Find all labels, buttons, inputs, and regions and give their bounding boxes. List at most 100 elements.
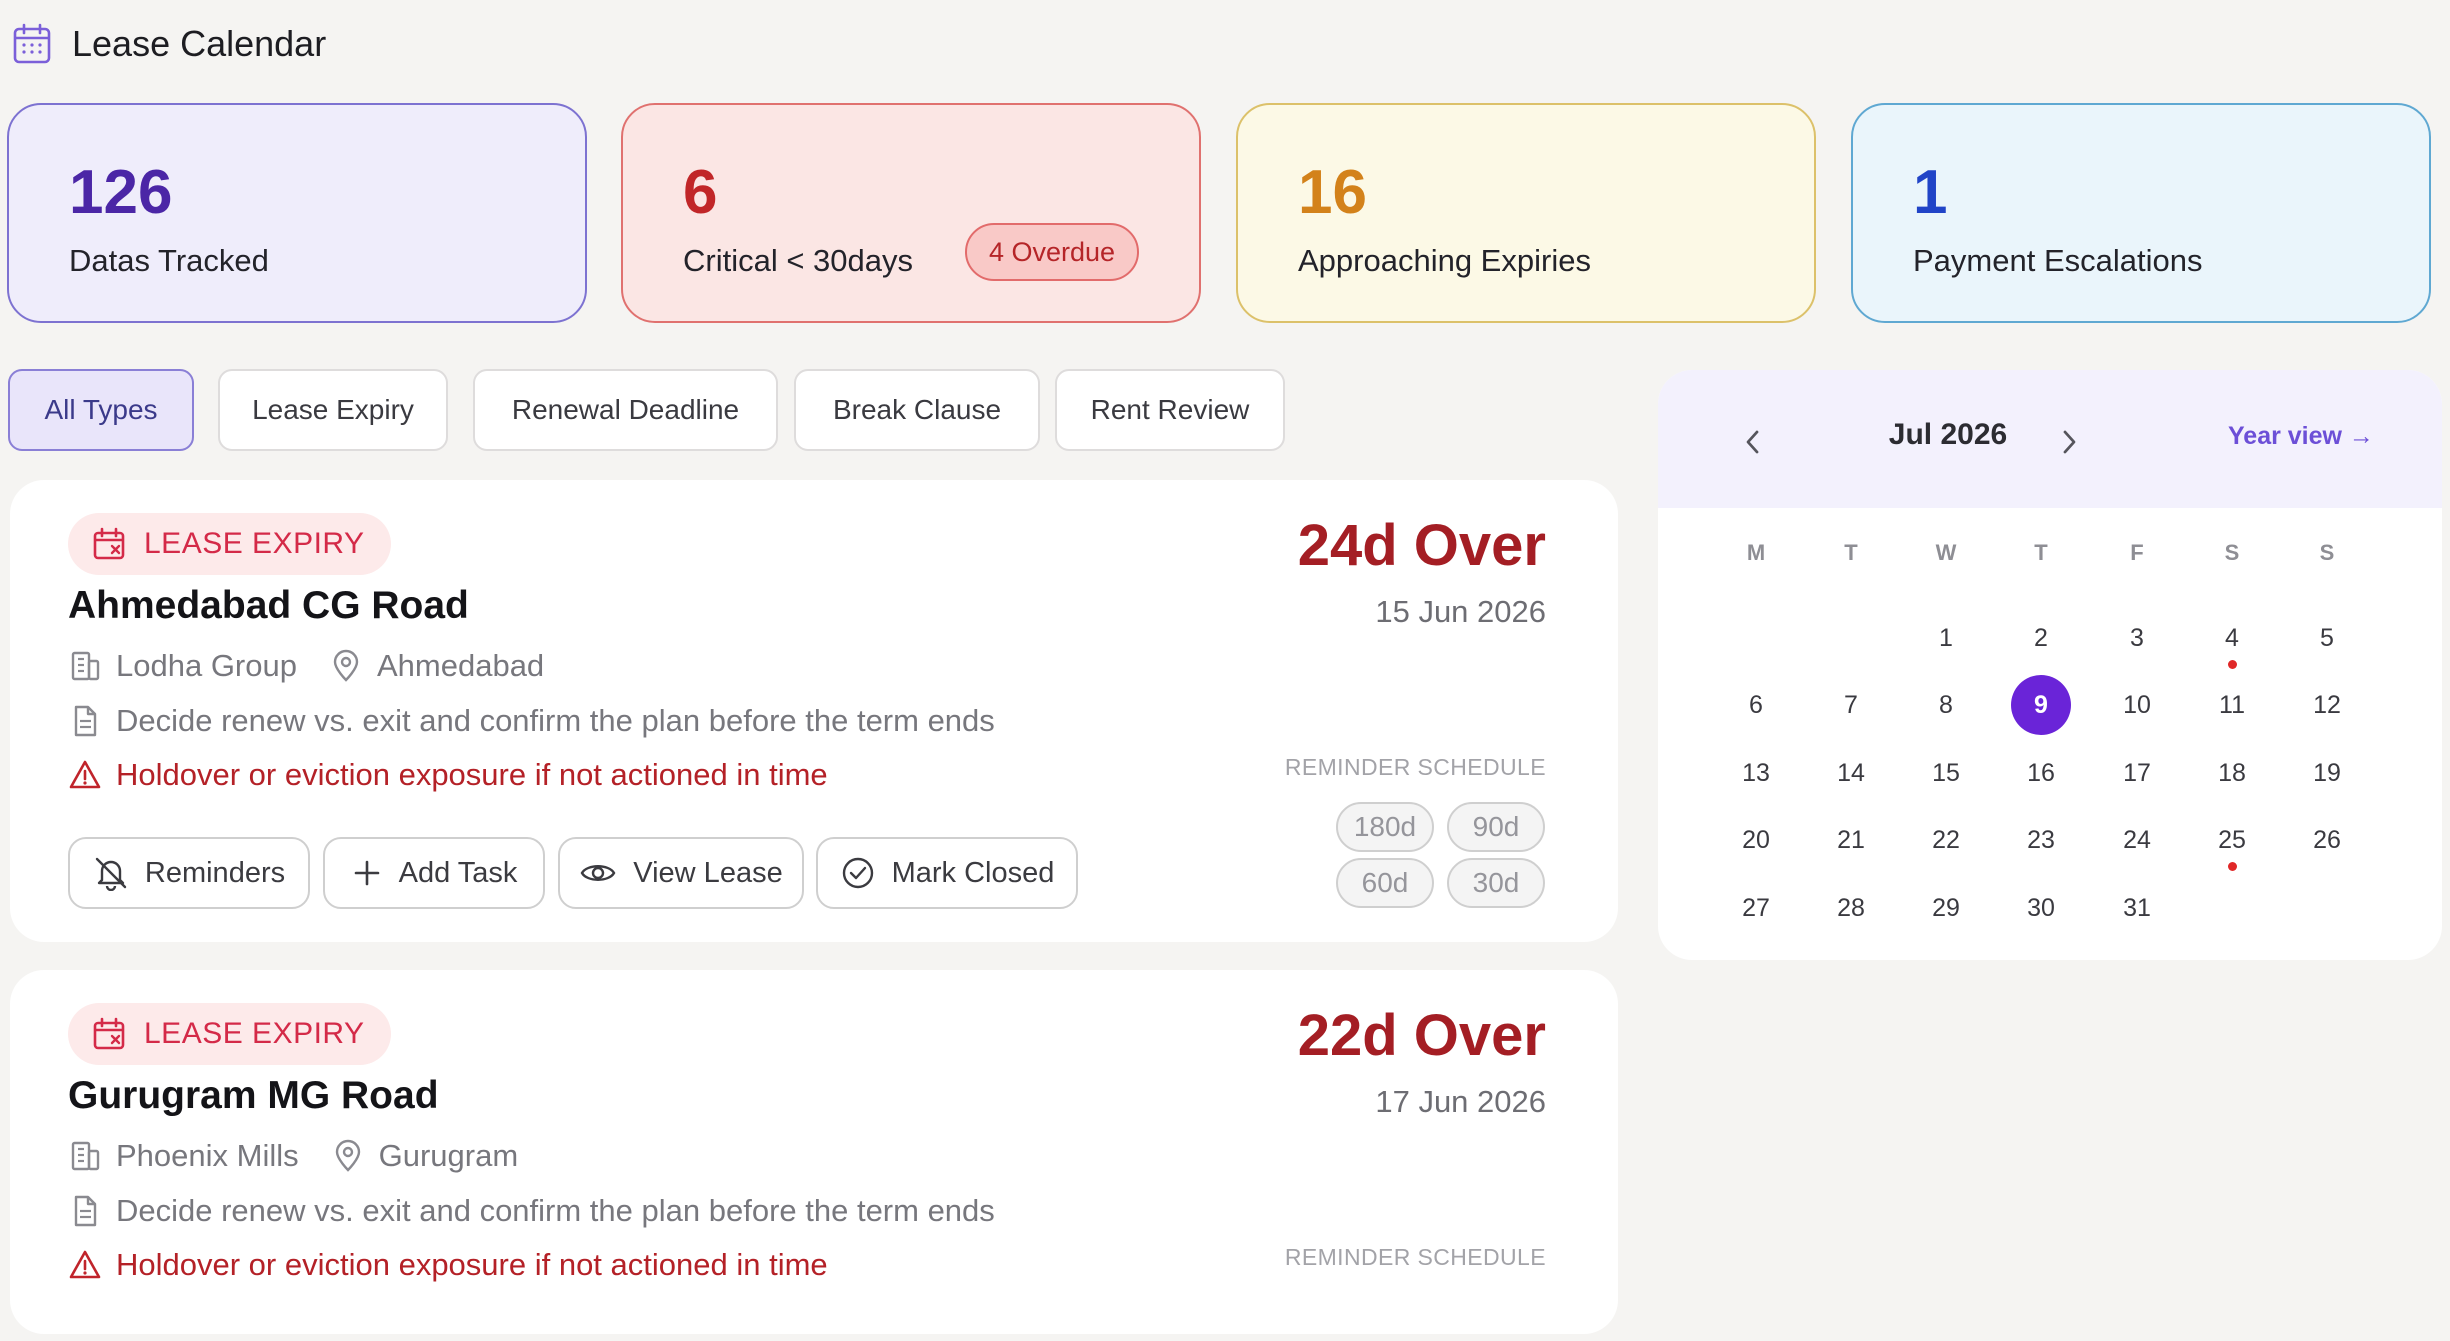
calendar-day[interactable]: 2 [2011,608,2071,668]
calendar-day[interactable]: 26 [2297,810,2357,870]
weekday-header: T [2034,540,2048,565]
bell-off-icon [93,855,129,891]
reminder-schedule-label: REMINDER SCHEDULE [1284,754,1546,780]
weekday-header: F [2130,540,2144,565]
page-title: Lease Calendar [72,23,327,64]
stat-card-approaching[interactable]: 16 Approaching Expiries [1236,103,1816,323]
calendar-icon [12,22,52,66]
reminders-button[interactable]: Reminders [68,837,310,909]
calendar-day[interactable]: 20 [1726,810,1786,870]
reminder-pill[interactable]: 90d [1447,802,1545,852]
calendar-day[interactable]: 22 [1916,810,1976,870]
calendar-day[interactable]: 7 [1821,675,1881,735]
calendar-day[interactable]: 25 [2202,810,2262,870]
event-dot [2228,660,2237,669]
filter-chip-break-clause[interactable]: Break Clause [794,369,1040,451]
calendar-x-icon [92,1017,126,1051]
calendar-day[interactable]: 18 [2202,743,2262,803]
calendar-day[interactable]: 5 [2297,608,2357,668]
calendar-day[interactable]: 8 [1916,675,1976,735]
lease-type-tag: LEASE EXPIRY [68,513,391,575]
location-pin-icon [331,1139,365,1173]
warning-icon [68,1248,102,1282]
event-dot [2228,862,2237,871]
view-lease-button[interactable]: View Lease [558,837,804,909]
overdue-status: 24d Over [1297,513,1546,578]
mark-closed-button-label: Mark Closed [891,856,1055,889]
building-icon [68,649,102,683]
calendar-day[interactable]: 15 [1916,743,1976,803]
calendar-day[interactable]: 3 [2107,608,2167,668]
calendar-day[interactable]: 21 [1821,810,1881,870]
lease-owner-line: Lodha Group Ahmedabad [68,648,544,684]
calendar-day[interactable]: 13 [1726,743,1786,803]
lease-city: Ahmedabad [376,648,545,683]
calendar-day[interactable]: 1 [1916,608,1976,668]
overdue-badge[interactable]: 4 Overdue [965,223,1139,281]
eye-icon [579,857,617,889]
lease-date: 17 Jun 2026 [1375,1084,1546,1119]
lease-card[interactable]: LEASE EXPIRY Ahmedabad CG Road Lodha Gro… [10,480,1618,942]
reminder-pill[interactable]: 180d [1336,802,1434,852]
calendar-day[interactable]: 23 [2011,810,2071,870]
calendar-day[interactable]: 30 [2011,878,2071,938]
lease-description: Decide renew vs. exit and confirm the pl… [116,703,995,738]
lease-name: Gurugram MG Road [68,1074,439,1117]
calendar-day[interactable]: 19 [2297,743,2357,803]
stat-value: 126 [69,158,173,227]
weekday-header: M [1746,540,1766,565]
lease-risk-line: Holdover or eviction exposure if not act… [68,757,828,793]
lease-card[interactable]: LEASE EXPIRY Gurugram MG Road Phoenix Mi… [10,970,1618,1334]
calendar-day[interactable]: 16 [2011,743,2071,803]
stat-card-escalations[interactable]: 1 Payment Escalations [1851,103,2431,323]
page-header: Lease Calendar [12,20,326,68]
calendar-day[interactable]: 10 [2107,675,2167,735]
calendar-day[interactable]: 4 [2202,608,2262,668]
warning-icon [68,758,102,792]
calendar-day[interactable]: 11 [2202,675,2262,735]
calendar-day[interactable]: 6 [1726,675,1786,735]
lease-description-line: Decide renew vs. exit and confirm the pl… [68,703,995,739]
calendar-day[interactable]: 14 [1821,743,1881,803]
lease-description: Decide renew vs. exit and confirm the pl… [116,1193,995,1228]
stat-value: 1 [1913,158,1948,227]
calendar-day-today[interactable]: 9 [2011,675,2071,735]
document-icon [68,1194,102,1228]
calendar-month-label: Jul 2026 [1888,418,2008,451]
year-view-link[interactable]: Year view → [2228,422,2374,451]
filter-chip-rent-review[interactable]: Rent Review [1055,369,1285,451]
stat-card-tracked[interactable]: 126 Datas Tracked [7,103,587,323]
weekday-header: S [2224,540,2240,565]
reminder-pill[interactable]: 30d [1447,858,1545,908]
lease-date: 15 Jun 2026 [1375,594,1546,629]
location-pin-icon [329,649,363,683]
calendar-day[interactable]: 27 [1726,878,1786,938]
calendar-day[interactable]: 29 [1916,878,1976,938]
calendar-day[interactable]: 24 [2107,810,2167,870]
add-task-button-label: Add Task [398,856,518,889]
calendar-day[interactable]: 17 [2107,743,2167,803]
add-task-button[interactable]: Add Task [323,837,545,909]
stat-card-critical[interactable]: 6 Critical < 30days 4 Overdue [621,103,1201,323]
overdue-status: 22d Over [1297,1003,1546,1068]
lease-risk-line: Holdover or eviction exposure if not act… [68,1247,828,1283]
lease-type-label: LEASE EXPIRY [144,1017,365,1050]
building-icon [68,1139,102,1173]
filter-chip-all-types[interactable]: All Types [8,369,194,451]
filter-chip-renewal-deadline[interactable]: Renewal Deadline [473,369,778,451]
filter-chip-lease-expiry[interactable]: Lease Expiry [218,369,448,451]
view-lease-button-label: View Lease [633,856,783,889]
lease-description-line: Decide renew vs. exit and confirm the pl… [68,1193,995,1229]
mark-closed-button[interactable]: Mark Closed [816,837,1078,909]
calendar-x-icon [92,527,126,561]
document-icon [68,704,102,738]
calendar-day[interactable]: 12 [2297,675,2357,735]
plus-icon [351,857,383,889]
chevron-left-icon[interactable] [1742,428,1764,456]
lease-type-label: LEASE EXPIRY [144,527,365,560]
reminder-pill[interactable]: 60d [1336,858,1434,908]
calendar-day[interactable]: 31 [2107,878,2167,938]
lease-owner: Phoenix Mills [116,1138,299,1173]
calendar-day[interactable]: 28 [1821,878,1881,938]
chevron-right-icon[interactable] [2058,428,2080,456]
